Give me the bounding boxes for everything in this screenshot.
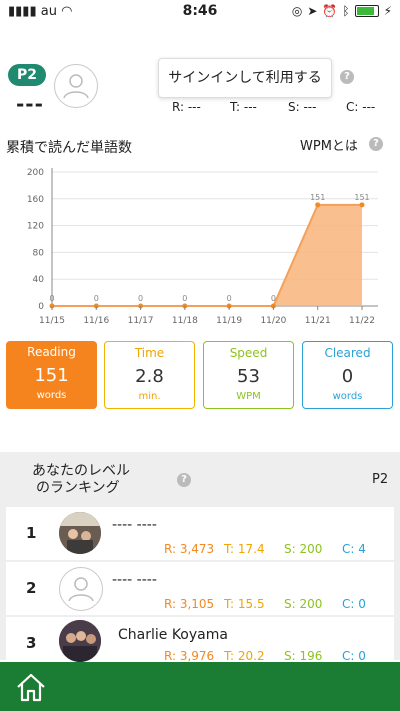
rank-user-name: ---- ----: [112, 572, 157, 588]
user-avatar[interactable]: [54, 64, 98, 108]
ranking-level: P2: [372, 472, 389, 487]
tile-time-unit: min.: [138, 391, 161, 402]
tile-time-value: 2.8: [135, 366, 164, 387]
wpm-help-icon[interactable]: ?: [369, 137, 383, 151]
bluetooth-icon: ᛒ: [342, 4, 350, 18]
words-chart: 0 40 80 120 160 200 0 11/15 0 11/16 0 11/17 0 11/18 0 1…: [27, 168, 378, 326]
tile-reading-unit: words: [36, 390, 67, 401]
ranking-title: あなたのレベル のランキング: [32, 463, 130, 496]
x-tick-label: 11/16: [83, 316, 109, 326]
help-icon[interactable]: ?: [340, 70, 354, 84]
data-label: 0: [271, 294, 276, 303]
tile-speed-value: 53: [237, 366, 260, 387]
rank-number: 3: [26, 634, 37, 652]
rank-stat-t: T: 17.4: [224, 542, 265, 556]
battery-icon: [354, 5, 379, 17]
alarm-icon: ⏰: [322, 4, 338, 18]
tile-speed[interactable]: Speed 53 WPM: [203, 341, 294, 409]
tile-cleared-value: 0: [341, 366, 354, 387]
x-tick-label: 11/22: [349, 316, 375, 326]
user-photo: [59, 620, 101, 662]
tile-time-label: Time: [134, 346, 165, 360]
status-icons: ◎ ➤ ⏰ ᛒ ⚡: [292, 4, 392, 18]
charging-icon: ⚡: [383, 4, 392, 18]
tab-bar: [0, 662, 400, 711]
rank-stat-r: R: 3,473: [164, 542, 215, 556]
rank-stat-s: S: 200: [284, 542, 323, 556]
status-bar: ▮▮▮▮ au ◠ 8:46 ◎ ➤ ⏰ ᛒ ⚡: [0, 0, 400, 24]
x-tick-label: 11/18: [172, 316, 198, 326]
rank-stat-s: S: 200: [284, 597, 323, 611]
ranking-row-2[interactable]: 2 ---- ---- R: 3,105 T: 15.5 S: 200 C: 0: [6, 562, 394, 615]
data-label: 0: [227, 294, 232, 303]
chart-title: 累積で読んだ単語数: [6, 140, 132, 156]
tile-reading-label: Reading: [27, 345, 76, 359]
tile-speed-label: Speed: [229, 346, 268, 360]
rank-user-name: Charlie Koyama: [118, 627, 228, 643]
stat-s: S: ---: [288, 100, 317, 114]
location-icon: ➤: [307, 4, 318, 18]
rank-stat-r: R: 3,105: [164, 597, 215, 611]
rank-number: 1: [26, 524, 37, 542]
rank-stat-c: C: 0: [342, 649, 366, 662]
data-label: 0: [94, 294, 99, 303]
stat-t: T: ---: [230, 100, 257, 114]
user-photo: [59, 512, 101, 554]
rank-stat-r: R: 3,976: [164, 649, 215, 662]
data-label: 0: [182, 294, 187, 303]
rank-stat-s: S: 196: [284, 649, 323, 662]
person-icon: [68, 577, 94, 602]
y-tick-label: 40: [33, 275, 45, 285]
data-point: [359, 202, 365, 208]
series-area: [52, 204, 362, 306]
lock-rotation-icon: ◎: [291, 4, 303, 18]
data-label: 0: [138, 294, 143, 303]
tile-cleared-unit: words: [332, 391, 363, 402]
data-point: [315, 202, 321, 208]
tile-time[interactable]: Time 2.8 min.: [104, 341, 195, 409]
ranking-help-icon[interactable]: ?: [177, 473, 191, 487]
rank-user-name: ---- ----: [112, 517, 157, 533]
rank-stat-c: C: 0: [342, 597, 366, 611]
x-tick-label: 11/21: [305, 316, 331, 326]
y-tick-label: 120: [27, 222, 44, 232]
signin-button[interactable]: サインインして利用する: [158, 58, 332, 98]
y-tick-label: 160: [27, 195, 44, 205]
wpm-link[interactable]: WPMとは: [300, 135, 358, 154]
person-icon: [63, 74, 89, 99]
tile-cleared-label: Cleared: [324, 346, 371, 360]
y-tick-label: 80: [33, 248, 45, 258]
rank-stat-c: C: 4: [342, 542, 366, 556]
data-label: 151: [310, 193, 325, 202]
stat-r: R: ---: [172, 100, 201, 114]
level-badge: P2: [8, 64, 46, 86]
x-tick-label: 11/17: [128, 316, 154, 326]
photo-thumbnail-icon: [59, 620, 101, 662]
tile-cleared[interactable]: Cleared 0 words: [302, 341, 393, 409]
x-tick-label: 11/15: [39, 316, 65, 326]
tile-reading[interactable]: Reading 151 words: [6, 341, 97, 409]
level-name: ---: [16, 92, 44, 116]
stat-c: C: ---: [346, 100, 376, 114]
x-tick-label: 11/19: [216, 316, 242, 326]
y-tick-label: 200: [27, 168, 44, 178]
x-tick-label: 11/20: [260, 316, 286, 326]
tile-speed-unit: WPM: [236, 391, 261, 402]
photo-thumbnail-icon: [59, 512, 101, 554]
ranking-row-1[interactable]: 1 ---- ---- R: 3,473 T: 17.4 S: 200 C: 4: [6, 507, 394, 560]
tile-reading-value: 151: [34, 365, 69, 386]
home-button[interactable]: [14, 670, 48, 704]
data-label: 151: [354, 193, 369, 202]
data-label: 0: [49, 294, 54, 303]
y-tick-label: 0: [38, 302, 44, 312]
rank-number: 2: [26, 579, 37, 597]
ranking-row-3[interactable]: 3 Charlie Koyama R: 3,976 T: 20.2 S: 196…: [6, 617, 394, 662]
rank-stat-t: T: 20.2: [224, 649, 265, 662]
user-avatar-default: [59, 567, 103, 611]
rank-stat-t: T: 15.5: [224, 597, 265, 611]
home-icon: [17, 673, 45, 702]
